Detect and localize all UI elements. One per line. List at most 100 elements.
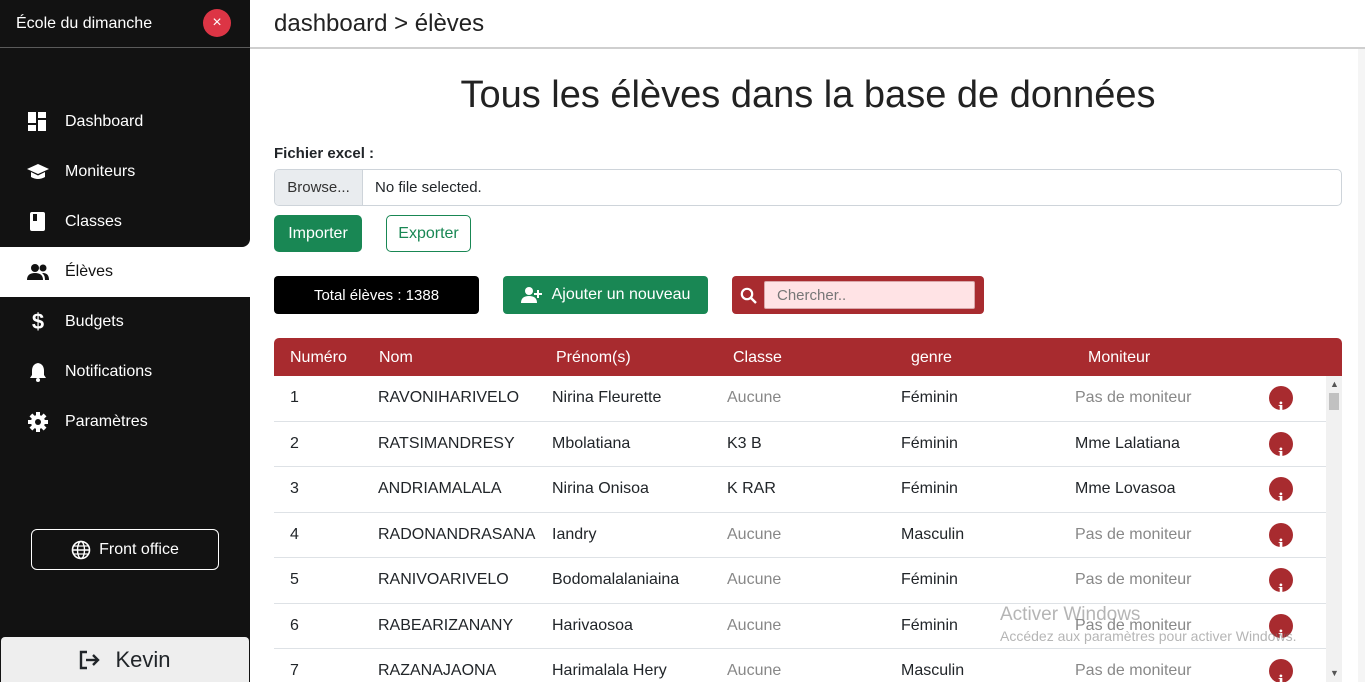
cell-genre: Féminin [901, 616, 958, 634]
total-students-badge: Total élèves : 1388 [274, 276, 479, 314]
sidebar-item-notifications[interactable]: Notifications [0, 347, 250, 397]
info-icon: i [1278, 444, 1284, 463]
sidebar-item-dashboard[interactable]: Dashboard [0, 97, 250, 147]
sidebar-item-label: Élèves [65, 263, 114, 280]
graduation-cap-icon [26, 160, 50, 184]
info-button[interactable]: i [1269, 613, 1293, 645]
cell-genre: Féminin [901, 389, 958, 406]
column-header-genre: genre [911, 349, 952, 366]
info-button[interactable]: i [1269, 568, 1293, 599]
brand-header: École du dimanche × [0, 0, 250, 48]
sidebar-item-label: Dashboard [65, 113, 144, 130]
search-box [732, 276, 984, 314]
scroll-down-arrow-icon[interactable]: ▼ [1330, 668, 1339, 678]
add-student-button[interactable]: Ajouter un nouveau [503, 276, 708, 314]
users-icon [26, 260, 50, 284]
sidebar-item-label: Notifications [65, 363, 153, 380]
table-scrollbar[interactable]: ▲ ▼ [1326, 376, 1342, 682]
browse-button[interactable]: Browse... [275, 170, 363, 205]
file-label: Fichier excel : [274, 145, 375, 162]
user-name: Kevin [115, 646, 171, 672]
cell-prenom: Mbolatiana [552, 434, 631, 452]
sidebar-item-budgets[interactable]: $ Budgets [0, 297, 250, 347]
table-row: 1 RAVONIHARIVELO Nirina Fleurette Aucune… [274, 376, 1326, 422]
cell-nom: ANDRIAMALALA [378, 480, 502, 497]
info-icon: i [1278, 581, 1284, 599]
file-input[interactable]: Browse... No file selected. [274, 169, 1342, 206]
info-button[interactable]: i [1269, 431, 1293, 463]
dashboard-icon [26, 110, 50, 134]
table-header: Numéro Nom Prénom(s) Classe genre Monite… [274, 338, 1342, 376]
info-icon: i [1278, 399, 1284, 417]
cell-numero: 3 [290, 480, 299, 497]
cell-genre: Masculin [901, 662, 965, 679]
info-button[interactable]: i [1269, 386, 1293, 417]
cell-nom: RABEARIZANANY [378, 616, 514, 634]
info-button[interactable]: i [1269, 659, 1293, 682]
sidebar-item-moniteurs[interactable]: Moniteurs [0, 147, 250, 197]
cell-classe: Aucune [727, 525, 782, 543]
info-icon: i [1278, 535, 1284, 554]
cell-classe: K3 B [727, 434, 762, 452]
table-row: 7 RAZANAJAONA Harimalala Hery Aucune Mas… [274, 649, 1326, 682]
cell-nom: RAZANAJAONA [378, 662, 497, 679]
table-row: 4 RADONANDRASANA Iandry Aucune Masculin … [274, 513, 1326, 558]
table-body: 1 RAVONIHARIVELO Nirina Fleurette Aucune… [274, 376, 1326, 682]
cell-moniteur: Pas de moniteur [1075, 525, 1192, 543]
table-row: 2 RATSIMANDRESY Mbolatiana K3 B Féminin … [274, 422, 1326, 467]
cell-numero: 2 [290, 434, 299, 452]
close-sidebar-button[interactable]: × [203, 9, 231, 37]
page-title: Tous les élèves dans la base de données [460, 74, 1156, 116]
info-button[interactable]: i [1269, 522, 1293, 554]
sidebar-item-classes[interactable]: Classes [0, 197, 250, 247]
column-header-prenom: Prénom(s) [556, 349, 631, 366]
scroll-up-arrow-icon[interactable]: ▲ [1330, 379, 1339, 389]
cell-prenom: Harivaosoa [552, 616, 633, 634]
cell-genre: Féminin [901, 434, 958, 452]
breadcrumb-text: dashboard > élèves [274, 9, 485, 37]
table-row: 6 RABEARIZANANY Harivaosoa Aucune Fémini… [274, 604, 1326, 649]
column-header-classe: Classe [733, 349, 782, 366]
sidebar-item-label: Paramètres [65, 413, 148, 430]
column-header-numero: Numéro [290, 349, 347, 366]
info-icon: i [1278, 626, 1284, 645]
logout-icon [79, 650, 101, 670]
column-header-nom: Nom [379, 349, 413, 366]
cell-numero: 7 [290, 662, 299, 679]
export-button[interactable]: Exporter [386, 215, 471, 252]
sidebar-item-parametres[interactable]: Paramètres [0, 397, 250, 447]
book-icon [26, 210, 50, 234]
cell-numero: 4 [290, 525, 299, 543]
info-button[interactable]: i [1269, 477, 1293, 508]
cell-genre: Féminin [901, 571, 958, 588]
cell-numero: 5 [290, 571, 299, 588]
brand-title: École du dimanche [16, 14, 153, 32]
cell-nom: RADONANDRASANA [378, 525, 536, 543]
cell-prenom: Bodomalalaniaina [552, 571, 680, 588]
scrollbar-thumb[interactable] [1329, 393, 1339, 410]
info-icon: i [1278, 672, 1284, 682]
front-office-button[interactable]: Front office [31, 529, 219, 570]
cell-moniteur: Pas de moniteur [1075, 616, 1192, 634]
breadcrumb: dashboard > élèves [250, 0, 1365, 49]
cell-genre: Masculin [901, 525, 965, 543]
cell-nom: RATSIMANDRESY [378, 434, 515, 452]
page-scrollbar[interactable] [1358, 49, 1365, 682]
table-row: 3 ANDRIAMALALA Nirina Onisoa K RAR Fémin… [274, 467, 1326, 513]
table-row: 5 RANIVOARIVELO Bodomalalaniaina Aucune … [274, 558, 1326, 604]
cell-prenom: Harimalala Hery [552, 662, 667, 679]
cell-moniteur: Mme Lovasoa [1075, 480, 1176, 497]
sidebar-item-label: Budgets [65, 313, 124, 330]
cell-classe: Aucune [727, 662, 782, 679]
sidebar-item-eleves[interactable]: Élèves [0, 239, 250, 297]
search-icon [732, 287, 764, 304]
sidebar-item-label: Classes [65, 213, 122, 230]
search-input[interactable] [764, 281, 975, 309]
front-office-label: Front office [99, 540, 179, 558]
cell-classe: Aucune [727, 389, 782, 406]
import-button[interactable]: Importer [274, 215, 362, 252]
logout-button[interactable]: Kevin [1, 637, 249, 682]
dollar-icon: $ [31, 309, 45, 334]
cell-moniteur: Pas de moniteur [1075, 571, 1192, 588]
cell-prenom: Nirina Onisoa [552, 480, 649, 497]
